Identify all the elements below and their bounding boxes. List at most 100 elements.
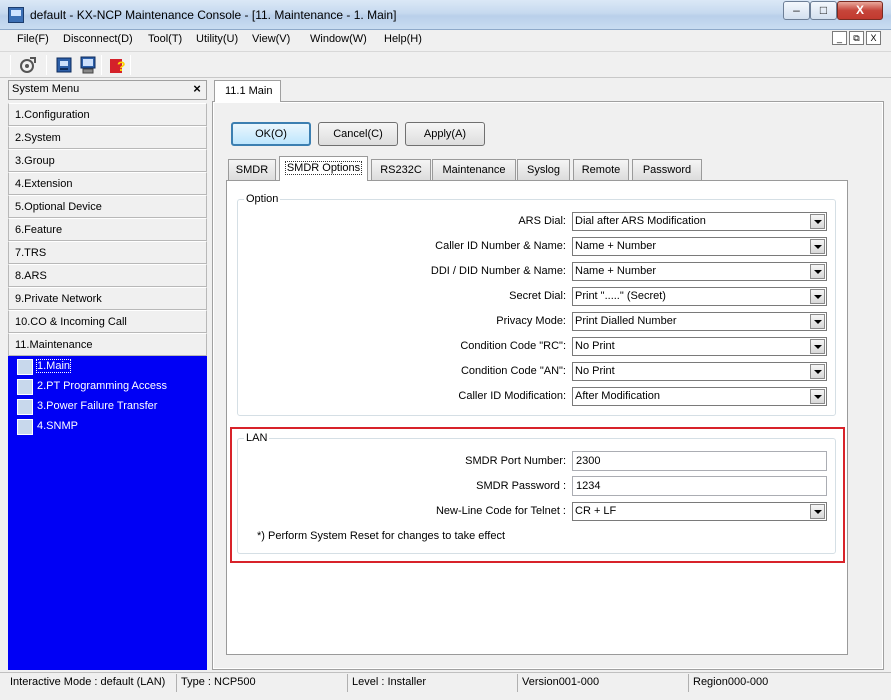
menu-tool[interactable]: Tool(T)	[148, 33, 182, 45]
tab-smdr[interactable]: SMDR	[228, 159, 276, 180]
chevron-down-icon[interactable]	[810, 314, 825, 329]
sidebar-item-private-network[interactable]: 9.Private Network	[8, 287, 207, 310]
menu-disconnect[interactable]: Disconnect(D)	[63, 33, 133, 45]
caller-id-modification-select[interactable]: After Modification	[572, 387, 827, 406]
status-level: Level : Installer	[352, 676, 426, 688]
ddi-did-number-name-label: DDI / DID Number & Name:	[430, 265, 566, 277]
ars-dial-label: ARS Dial:	[518, 215, 566, 227]
toolbar	[0, 51, 891, 78]
caller-id-number-name-label: Caller ID Number & Name:	[435, 240, 566, 252]
sidebar-item-feature[interactable]: 6.Feature	[8, 218, 207, 241]
caller-id-modification-label: Caller ID Modification:	[458, 390, 566, 402]
tab-smdr-options[interactable]: SMDR Options	[279, 156, 368, 181]
apply-button[interactable]: Apply(A)	[405, 122, 485, 146]
sidebar-item-ars[interactable]: 8.ARS	[8, 264, 207, 287]
power-failure-icon	[17, 399, 33, 415]
chevron-down-icon[interactable]	[810, 364, 825, 379]
ddi-did-number-name-select[interactable]: Name + Number	[572, 262, 827, 281]
submenu-item-power-failure-transfer[interactable]: 3.Power Failure Transfer	[14, 398, 184, 416]
menu-file[interactable]: File(F)	[17, 33, 49, 45]
cancel-button[interactable]: Cancel(C)	[318, 122, 398, 146]
chevron-down-icon[interactable]	[810, 239, 825, 254]
mdi-restore-button[interactable]: ⧉	[849, 31, 864, 45]
submenu-item-snmp[interactable]: 4.SNMP	[14, 418, 94, 436]
tab-maintenance[interactable]: Maintenance	[432, 159, 516, 180]
connect-icon[interactable]	[54, 55, 74, 75]
menu-utility[interactable]: Utility(U)	[196, 33, 238, 45]
chevron-down-icon[interactable]	[810, 339, 825, 354]
sidebar-item-label: 3.Group	[15, 155, 55, 167]
condition-code-rc-label: Condition Code "RC":	[460, 340, 566, 352]
newline-code-value: CR + LF	[575, 505, 617, 517]
sidebar-item-maintenance[interactable]: 11.Maintenance	[8, 333, 207, 356]
chevron-down-icon[interactable]	[810, 264, 825, 279]
caller-id-modification-value: After Modification	[575, 390, 660, 402]
system-menu-close-button[interactable]: ×	[190, 81, 204, 97]
tool-icon[interactable]	[18, 55, 38, 75]
submenu-item-main[interactable]: 1.Main	[14, 358, 84, 376]
sidebar-item-extension[interactable]: 4.Extension	[8, 172, 207, 195]
condition-code-rc-value: No Print	[575, 340, 615, 352]
sidebar-item-configuration[interactable]: 1.Configuration	[8, 103, 207, 126]
status-separator	[176, 674, 177, 692]
close-button[interactable]: X	[837, 1, 883, 20]
tab-rs232c[interactable]: RS232C	[371, 159, 431, 180]
sidebar-item-trs[interactable]: 7.TRS	[8, 241, 207, 264]
privacy-mode-label: Privacy Mode:	[496, 315, 566, 327]
ddi-did-number-name-value: Name + Number	[575, 265, 657, 277]
secret-dial-label: Secret Dial:	[509, 290, 566, 302]
caller-id-number-name-value: Name + Number	[575, 240, 657, 252]
menu-bar	[0, 30, 891, 50]
sidebar-item-label: 2.System	[15, 132, 61, 144]
smdr-port-number-field[interactable]: 2300	[572, 451, 827, 471]
mdi-close-button[interactable]: X	[866, 31, 881, 45]
ok-button[interactable]: OK(O)	[231, 122, 311, 146]
ars-dial-select[interactable]: Dial after ARS Modification	[572, 212, 827, 231]
sidebar-item-optional-device[interactable]: 5.Optional Device	[8, 195, 207, 218]
option-group	[237, 199, 836, 416]
sidebar-item-label: 5.Optional Device	[15, 201, 102, 213]
tab-remote[interactable]: Remote	[573, 159, 629, 180]
sidebar-item-co-incoming-call[interactable]: 10.CO & Incoming Call	[8, 310, 207, 333]
smdr-port-number-label: SMDR Port Number:	[465, 455, 566, 467]
snmp-icon	[17, 419, 33, 435]
submenu-item-pt-programming-access[interactable]: 2.PT Programming Access	[14, 378, 184, 396]
caller-id-number-name-select[interactable]: Name + Number	[572, 237, 827, 256]
sidebar-item-label: 1.Configuration	[15, 109, 90, 121]
privacy-mode-select[interactable]: Print Dialled Number	[572, 312, 827, 331]
status-separator	[688, 674, 689, 692]
app-icon[interactable]	[8, 7, 24, 23]
toolbar-grip	[10, 55, 11, 75]
chevron-down-icon[interactable]	[810, 214, 825, 229]
status-version: Version001-000	[522, 676, 600, 688]
menu-window[interactable]: Window(W)	[310, 33, 367, 45]
chevron-down-icon[interactable]	[810, 504, 825, 519]
condition-code-an-select[interactable]: No Print	[572, 362, 827, 381]
chevron-down-icon[interactable]	[810, 289, 825, 304]
sidebar-item-label: 11.Maintenance	[15, 339, 93, 351]
chevron-down-icon[interactable]	[810, 389, 825, 404]
newline-code-select[interactable]: CR + LF	[572, 502, 827, 521]
tab-password[interactable]: Password	[632, 159, 702, 180]
window-title: default - KX-NCP Maintenance Console - […	[30, 8, 397, 22]
sidebar-item-label: 10.CO & Incoming Call	[15, 316, 127, 328]
status-type: Type : NCP500	[181, 676, 256, 688]
menu-view[interactable]: View(V)	[252, 33, 290, 45]
smdr-password-field[interactable]: 1234	[572, 476, 827, 496]
toolbar-separator	[130, 55, 131, 75]
computer-icon[interactable]	[78, 55, 98, 75]
sidebar-item-group[interactable]: 3.Group	[8, 149, 207, 172]
sidebar-item-label: 4.Extension	[15, 178, 73, 190]
secret-dial-select[interactable]: Print "....." (Secret)	[572, 287, 827, 306]
tab-syslog[interactable]: Syslog	[517, 159, 570, 180]
menu-help[interactable]: Help(H)	[384, 33, 422, 45]
sidebar-item-system[interactable]: 2.System	[8, 126, 207, 149]
help-icon[interactable]: ?	[108, 55, 128, 75]
mdi-minimize-button[interactable]: _	[832, 31, 847, 45]
maximize-button[interactable]: □	[810, 1, 837, 20]
main-icon	[17, 359, 33, 375]
minimize-button[interactable]: –	[783, 1, 810, 20]
condition-code-rc-select[interactable]: No Print	[572, 337, 827, 356]
option-group-label: Option	[244, 193, 281, 205]
document-tab-main[interactable]: 11.1 Main	[214, 80, 281, 102]
